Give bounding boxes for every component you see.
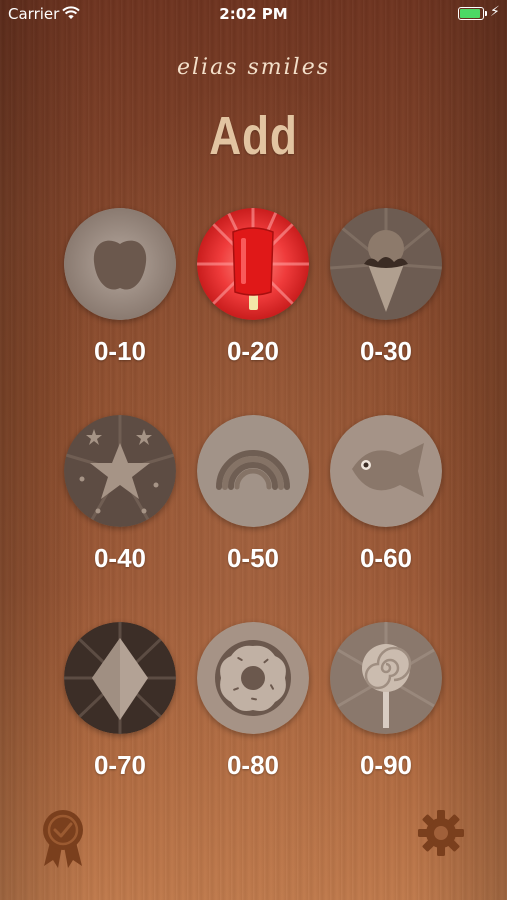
donut-icon[interactable] [197,622,309,734]
ice-cream-cone-icon[interactable] [330,208,442,320]
page-title: Add [209,106,298,166]
rainbow-icon[interactable] [197,415,309,527]
level-label: 0-70 [93,750,147,780]
level-label: 0-90 [359,750,413,780]
level-label: 0-20 [226,336,280,366]
battery-icon [458,7,487,20]
popsicle-icon[interactable] [197,208,309,320]
level-tile-0-40[interactable]: 0-40 [54,415,186,585]
apple-icon[interactable] [64,208,176,320]
level-tile-0-80[interactable]: 0-80 [187,622,319,792]
diamond-icon[interactable] [64,622,176,734]
fish-icon[interactable] [330,415,442,527]
level-tile-0-90[interactable]: 0-90 [320,622,452,792]
level-label: 0-80 [226,750,280,780]
level-tile-0-20[interactable]: 0-20 [187,208,319,378]
star-icon[interactable] [64,415,176,527]
level-label: 0-60 [359,543,413,573]
brand-logo: elias smiles [176,55,331,80]
charging-bolt-icon: ⚡ [490,4,500,20]
level-label: 0-30 [359,336,413,366]
level-tile-0-60[interactable]: 0-60 [320,415,452,585]
status-bar: Carrier 2:02 PM ⚡ [0,0,507,28]
level-label: 0-50 [226,543,280,573]
level-tile-0-70[interactable]: 0-70 [54,622,186,792]
app-screen: Carrier 2:02 PM ⚡ elias smiles Add 0-10 [0,0,507,900]
level-tile-0-10[interactable]: 0-10 [54,208,186,378]
level-tile-0-30[interactable]: 0-30 [320,208,452,378]
level-tile-0-50[interactable]: 0-50 [187,415,319,585]
level-label: 0-10 [93,336,147,366]
award-ribbon-icon[interactable] [40,808,86,868]
lollipop-icon[interactable] [330,622,442,734]
clock: 2:02 PM [219,5,288,23]
gear-icon[interactable] [416,808,466,858]
level-label: 0-40 [93,543,147,573]
